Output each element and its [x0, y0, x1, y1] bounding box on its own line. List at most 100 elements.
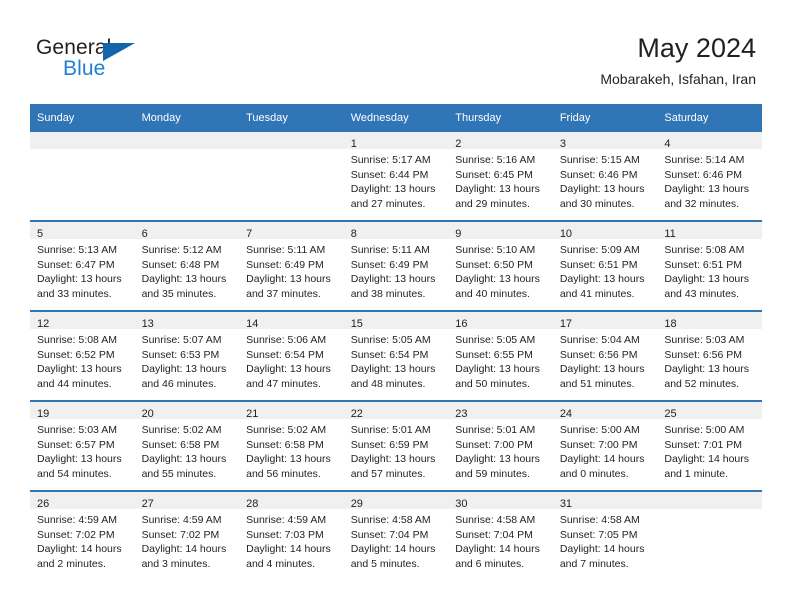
day-cell-body: Sunrise: 4:58 AM Sunset: 7:04 PM Daylight:… — [344, 509, 449, 571]
daylight-duration-line2: and 30 minutes. — [559, 197, 635, 210]
daylight-duration-line1: Daylight: 14 hours — [141, 543, 227, 556]
day-cell-inner: 25 Sunrise: 5:00 AM Sunset: 7:01 PM Dayligh… — [657, 402, 762, 490]
day-cell-inner: 20 Sunrise: 5:02 AM Sunset: 6:58 PM Dayligh… — [134, 402, 240, 490]
daylight-duration-line2: and 38 minutes. — [350, 287, 426, 300]
sunset-time: Sunset: 7:00 PM — [455, 438, 533, 451]
calendar-day-cell[interactable]: 14 Sunrise: 5:06 AM Sunset: 6:54 PM Dayligh… — [239, 310, 344, 401]
sunset-time: Sunset: 6:54 PM — [246, 348, 324, 361]
daylight-duration-line1: Daylight: 13 hours — [246, 273, 331, 286]
daylight-duration-line1: Daylight: 13 hours — [350, 273, 436, 286]
day-number: 29 — [350, 498, 363, 510]
day-number-band: 15 — [343, 312, 449, 330]
day-number-band: 17 — [552, 312, 658, 330]
day-number-band: 28 — [239, 492, 344, 510]
day-cell-body: Sunrise: 4:58 AM Sunset: 7:04 PM Daylight:… — [448, 509, 553, 571]
daylight-duration-line1: Daylight: 13 hours — [141, 273, 227, 286]
day-cell-inner: 27 Sunrise: 4:59 AM Sunset: 7:02 PM Dayligh… — [134, 492, 240, 580]
day-cell-body: Sunrise: 5:15 AM Sunset: 6:46 PM Daylight:… — [553, 149, 658, 211]
day-number-band: 27 — [134, 492, 240, 510]
calendar-day-cell[interactable]: 5 Sunrise: 5:13 AM Sunset: 6:47 PM Daylight… — [30, 220, 135, 311]
calendar-day-cell[interactable]: 26 Sunrise: 4:59 AM Sunset: 7:02 PM Dayligh… — [30, 490, 135, 580]
daylight-duration-line2: and 3 minutes. — [141, 557, 211, 570]
day-number-band: 14 — [239, 312, 344, 330]
day-number-band: 26 — [30, 492, 135, 510]
weekday-header-sunday: Sunday — [30, 104, 135, 132]
calendar-day-cell[interactable]: 12 Sunrise: 5:08 AM Sunset: 6:52 PM Dayligh… — [30, 310, 135, 401]
daylight-duration-line2: and 6 minutes. — [455, 557, 525, 570]
calendar-day-cell-empty — [134, 132, 240, 221]
day-number: 26 — [37, 498, 50, 510]
calendar-page: General Blue May 2024 Mobarakeh, Isfahan… — [0, 0, 792, 612]
day-number: 25 — [664, 408, 677, 420]
sunrise-time: Sunrise: 5:15 AM — [559, 154, 640, 166]
day-cell-inner: 6 Sunrise: 5:12 AM Sunset: 6:48 PM Daylight… — [134, 222, 240, 310]
calendar-day-cell[interactable]: 31 Sunrise: 4:58 AM Sunset: 7:05 PM Dayligh… — [552, 490, 658, 580]
sunset-time: Sunset: 6:56 PM — [559, 348, 638, 361]
sunset-time: Sunset: 6:51 PM — [559, 258, 638, 271]
day-number-band: 9 — [448, 222, 553, 240]
day-cell-body: Sunrise: 5:11 AM Sunset: 6:49 PM Daylight:… — [239, 239, 344, 301]
sunset-time: Sunset: 6:54 PM — [350, 348, 429, 361]
calendar-day-cell[interactable]: 18 Sunrise: 5:03 AM Sunset: 6:56 PM Dayligh… — [657, 310, 762, 401]
daylight-duration-line1: Daylight: 13 hours — [246, 453, 331, 466]
day-cell-inner: 18 Sunrise: 5:03 AM Sunset: 6:56 PM Dayligh… — [657, 312, 762, 400]
calendar-day-cell[interactable]: 13 Sunrise: 5:07 AM Sunset: 6:53 PM Dayligh… — [134, 310, 240, 401]
day-cell-body: Sunrise: 5:03 AM Sunset: 6:57 PM Daylight:… — [30, 419, 135, 481]
day-cell-body: Sunrise: 5:00 AM Sunset: 7:00 PM Daylight:… — [553, 419, 658, 481]
calendar-day-cell[interactable]: 19 Sunrise: 5:03 AM Sunset: 6:57 PM Dayligh… — [30, 400, 135, 491]
calendar-day-cell[interactable]: 11 Sunrise: 5:08 AM Sunset: 6:51 PM Dayligh… — [657, 220, 762, 311]
calendar-body: 1 Sunrise: 5:17 AM Sunset: 6:44 PM Daylight… — [30, 132, 762, 580]
sunrise-time: Sunrise: 5:02 AM — [246, 424, 327, 436]
day-number: 19 — [37, 408, 50, 420]
calendar-day-cell[interactable]: 6 Sunrise: 5:12 AM Sunset: 6:48 PM Daylight… — [134, 220, 240, 311]
sunset-time: Sunset: 7:01 PM — [664, 438, 743, 451]
daylight-duration-line1: Daylight: 13 hours — [350, 183, 436, 196]
calendar-day-cell[interactable]: 28 Sunrise: 4:59 AM Sunset: 7:03 PM Dayligh… — [239, 490, 344, 580]
calendar-day-cell[interactable]: 22 Sunrise: 5:01 AM Sunset: 6:59 PM Dayligh… — [343, 400, 449, 491]
calendar-day-cell[interactable]: 29 Sunrise: 4:58 AM Sunset: 7:04 PM Dayligh… — [343, 490, 449, 580]
daylight-duration-line1: Daylight: 13 hours — [141, 453, 227, 466]
calendar-day-cell[interactable]: 25 Sunrise: 5:00 AM Sunset: 7:01 PM Dayligh… — [657, 400, 762, 491]
sunset-time: Sunset: 7:04 PM — [350, 528, 429, 541]
calendar-day-cell[interactable]: 30 Sunrise: 4:58 AM Sunset: 7:04 PM Dayligh… — [448, 490, 553, 580]
sunset-time: Sunset: 6:47 PM — [37, 258, 115, 271]
daylight-duration-line2: and 48 minutes. — [350, 377, 426, 390]
calendar-day-cell[interactable]: 10 Sunrise: 5:09 AM Sunset: 6:51 PM Dayligh… — [552, 220, 658, 311]
day-number-band: 21 — [239, 402, 344, 420]
calendar-day-cell[interactable]: 2 Sunrise: 5:16 AM Sunset: 6:45 PM Daylight… — [448, 132, 553, 221]
day-number: 5 — [37, 228, 44, 240]
daylight-duration-line1: Daylight: 13 hours — [455, 453, 540, 466]
calendar-day-cell[interactable]: 15 Sunrise: 5:05 AM Sunset: 6:54 PM Dayligh… — [343, 310, 449, 401]
calendar-day-cell[interactable]: 1 Sunrise: 5:17 AM Sunset: 6:44 PM Daylight… — [343, 132, 449, 221]
daylight-duration-line2: and 27 minutes. — [350, 197, 426, 210]
calendar-day-cell[interactable]: 3 Sunrise: 5:15 AM Sunset: 6:46 PM Daylight… — [552, 132, 658, 221]
calendar-day-cell[interactable]: 9 Sunrise: 5:10 AM Sunset: 6:50 PM Daylight… — [448, 220, 553, 311]
day-number-band — [657, 492, 762, 509]
calendar-day-cell[interactable]: 20 Sunrise: 5:02 AM Sunset: 6:58 PM Dayligh… — [134, 400, 240, 491]
day-number: 17 — [559, 318, 573, 330]
calendar-day-cell[interactable]: 8 Sunrise: 5:11 AM Sunset: 6:49 PM Daylight… — [343, 220, 449, 311]
calendar-day-cell[interactable]: 24 Sunrise: 5:00 AM Sunset: 7:00 PM Dayligh… — [552, 400, 658, 491]
calendar-day-cell[interactable]: 27 Sunrise: 4:59 AM Sunset: 7:02 PM Dayligh… — [134, 490, 240, 580]
daylight-duration-line1: Daylight: 13 hours — [37, 273, 122, 286]
day-number-band: 30 — [448, 492, 553, 510]
day-number: 14 — [246, 318, 259, 330]
calendar-day-cell[interactable]: 4 Sunrise: 5:14 AM Sunset: 6:46 PM Daylight… — [657, 132, 762, 221]
calendar-day-cell[interactable]: 7 Sunrise: 5:11 AM Sunset: 6:49 PM Daylight… — [239, 220, 344, 311]
daylight-duration-line1: Daylight: 14 hours — [559, 543, 645, 556]
daylight-duration-line2: and 37 minutes. — [246, 287, 321, 300]
daylight-duration-line2: and 57 minutes. — [350, 467, 426, 480]
sunset-time: Sunset: 6:46 PM — [664, 168, 743, 181]
day-cell-inner: 15 Sunrise: 5:05 AM Sunset: 6:54 PM Dayligh… — [343, 312, 449, 400]
sunrise-time: Sunrise: 5:17 AM — [350, 154, 431, 166]
daylight-duration-line2: and 35 minutes. — [141, 287, 217, 300]
calendar-day-cell[interactable]: 17 Sunrise: 5:04 AM Sunset: 6:56 PM Dayligh… — [552, 310, 658, 401]
day-number: 3 — [559, 138, 566, 150]
calendar-day-cell[interactable]: 21 Sunrise: 5:02 AM Sunset: 6:58 PM Dayligh… — [239, 400, 344, 491]
calendar-day-cell[interactable]: 16 Sunrise: 5:05 AM Sunset: 6:55 PM Dayligh… — [448, 310, 553, 401]
day-cell-body: Sunrise: 5:17 AM Sunset: 6:44 PM Daylight:… — [344, 149, 449, 211]
day-cell-inner: 9 Sunrise: 5:10 AM Sunset: 6:50 PM Daylight… — [448, 222, 553, 310]
calendar-day-cell[interactable]: 23 Sunrise: 5:01 AM Sunset: 7:00 PM Dayligh… — [448, 400, 553, 491]
daylight-duration-line2: and 32 minutes. — [664, 197, 740, 210]
sunset-time: Sunset: 6:58 PM — [141, 438, 220, 451]
